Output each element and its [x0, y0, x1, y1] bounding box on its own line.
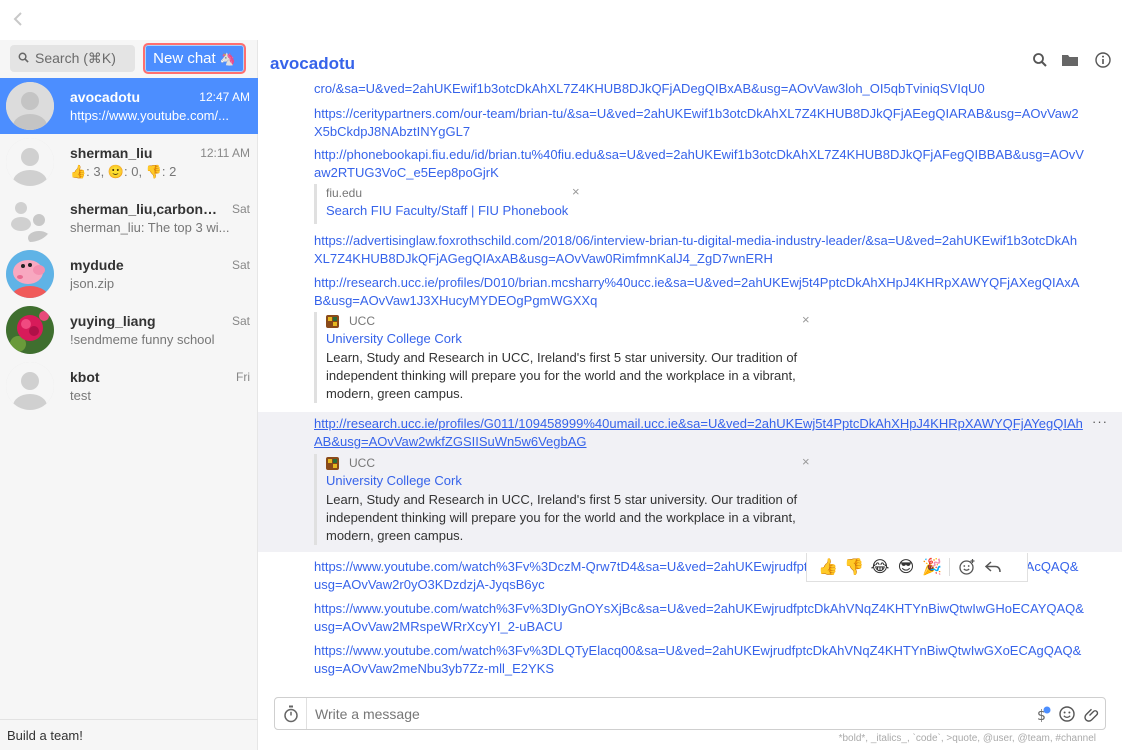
build-team-link[interactable]: Build a team! [0, 719, 258, 750]
message-link[interactable]: cro/&sa=U&ved=2ahUKEwif1b3otcDkAhXL7Z4KH… [314, 80, 1084, 98]
reaction-toolbar: 👍 👎 😂 😎 🎉 [806, 553, 1028, 582]
message-link[interactable]: https://advertisinglaw.foxrothschild.com… [314, 232, 1084, 268]
preview-site: fiu.edu [326, 186, 363, 200]
message-list: cro/&sa=U&ved=2ahUKEwif1b3otcDkAhXL7Z4KH… [258, 80, 1122, 684]
message: https://ceritypartners.com/our-team/bria… [258, 104, 1122, 146]
reaction-thumbs-up[interactable]: 👍 [815, 557, 841, 577]
conversation-snippet: sherman_liu: The top 3 wi... [70, 220, 230, 235]
preview-site: UCC [326, 312, 814, 330]
conversation-item-sherman-liu[interactable]: sherman_liu 12:11 AM 👍: 3, 🙂: 0, 👎: 2 [0, 134, 258, 190]
avatar-flower [6, 306, 54, 354]
toolbar-divider [949, 558, 950, 576]
link-preview: fiu.edu Search FIU Faculty/Staff | FIU P… [314, 184, 814, 224]
conversation-time: Fri [236, 370, 250, 384]
conversation-name: kbot [70, 369, 100, 385]
conversation-snippet: json.zip [70, 276, 115, 291]
preview-description: Learn, Study and Research in UCC, Irelan… [326, 350, 798, 401]
conversation-item-mydude[interactable]: mydude Sat json.zip [0, 246, 258, 302]
conversation-name: avocadotu [70, 89, 141, 105]
avatar-peppa-pig [6, 250, 54, 298]
message: https://www.youtube.com/watch%3Fv%3DLQTy… [258, 642, 1122, 684]
window-top-bar [0, 0, 1122, 40]
preview-title[interactable]: Search FIU Faculty/Staff | FIU Phonebook [326, 203, 814, 218]
link-preview: UCC University College Cork Learn, Study… [314, 454, 814, 545]
conversation-item-kbot[interactable]: kbot Fri test [0, 358, 258, 414]
message-link[interactable]: https://ceritypartners.com/our-team/bria… [314, 105, 1084, 141]
avatar-group [6, 194, 54, 242]
exploding-timer-icon[interactable] [275, 698, 307, 729]
conversation-snippet: !sendmeme funny school [70, 332, 215, 347]
conversation-snippet: https://www.youtube.com/... [70, 108, 229, 123]
conversation-item-group[interactable]: sherman_liu,carbonic... Sat sherman_liu:… [0, 190, 258, 246]
message-link[interactable]: http://research.ucc.ie/profiles/G011/109… [314, 415, 1084, 451]
conversation-name: mydude [70, 257, 124, 273]
add-reaction-icon[interactable] [954, 557, 980, 577]
search-icon[interactable] [1031, 51, 1049, 69]
preview-site-name: UCC [349, 456, 375, 470]
reply-icon[interactable] [980, 557, 1006, 577]
preview-title[interactable]: University College Cork [326, 331, 814, 346]
conversation-time: Sat [231, 202, 250, 216]
message-hovered: http://research.ucc.ie/profiles/G011/109… [258, 412, 1122, 552]
new-chat-button[interactable]: New chat 🦄 [143, 43, 246, 74]
formatting-hint: *bold*, _italics_, `code`, >quote, @user… [838, 733, 1096, 744]
avatar-default [6, 362, 54, 410]
preview-site-name: UCC [349, 314, 375, 328]
conversation-time: Sat [231, 258, 250, 272]
close-preview-icon[interactable]: × [802, 312, 810, 327]
conversation-name: sherman_liu [70, 145, 153, 161]
conversation-list: avocadotu 12:47 AM https://www.youtube.c… [0, 78, 258, 414]
reaction-sunglasses[interactable]: 😎 [893, 557, 919, 577]
conversation-item-yuying-liang[interactable]: yuying_liang Sat !sendmeme funny school [0, 302, 258, 358]
search-input[interactable]: Search (⌘K) [10, 45, 135, 72]
avatar-default [6, 138, 54, 186]
preview-site: UCC [326, 454, 814, 472]
reaction-joy[interactable]: 😂 [867, 557, 893, 577]
ucc-crest-icon [326, 314, 339, 328]
folder-icon[interactable] [1061, 51, 1079, 69]
money-icon[interactable]: $ [1033, 704, 1053, 724]
attachment-icon[interactable] [1081, 704, 1101, 724]
sidebar: Search (⌘K) New chat 🦄 avocadotu 12:47 A… [0, 40, 258, 750]
message-link[interactable]: https://www.youtube.com/watch%3Fv%3DIyGn… [314, 600, 1084, 636]
conversation-snippet: test [70, 388, 91, 403]
message: https://advertisinglaw.foxrothschild.com… [258, 232, 1122, 274]
message: cro/&sa=U&ved=2ahUKEwif1b3otcDkAhXL7Z4KH… [258, 80, 1122, 104]
message-link[interactable]: http://research.ucc.ie/profiles/D010/bri… [314, 274, 1084, 310]
back-arrow-icon[interactable] [8, 8, 28, 30]
link-preview: UCC University College Cork Learn, Study… [314, 312, 814, 403]
chat-header: avocadotu [258, 40, 1122, 80]
ucc-crest-icon [326, 456, 339, 470]
new-chat-label: New chat [153, 50, 216, 67]
message: http://research.ucc.ie/profiles/D010/bri… [258, 274, 1122, 410]
message-link[interactable]: http://phonebookapi.fiu.edu/id/brian.tu%… [314, 146, 1084, 182]
message-input[interactable] [315, 702, 1015, 725]
avatar-default [6, 82, 54, 130]
chat-title[interactable]: avocadotu [270, 54, 355, 74]
message-menu-icon[interactable]: ··· [1092, 414, 1108, 429]
info-icon[interactable] [1094, 51, 1112, 69]
conversation-time: 12:11 AM [200, 146, 250, 160]
message-link[interactable]: https://www.youtube.com/watch%3Fv%3DLQTy… [314, 642, 1084, 678]
unicorn-icon: 🦄 [219, 50, 236, 66]
conversation-name: sherman_liu,carbonic... [70, 201, 220, 217]
search-placeholder: Search (⌘K) [35, 50, 116, 66]
conversation-item-avocadotu[interactable]: avocadotu 12:47 AM https://www.youtube.c… [0, 78, 258, 134]
message-composer: $ [274, 697, 1106, 730]
conversation-snippet: 👍: 3, 🙂: 0, 👎: 2 [70, 164, 177, 179]
message: http://phonebookapi.fiu.edu/id/brian.tu%… [258, 146, 1122, 232]
preview-description: Learn, Study and Research in UCC, Irelan… [326, 492, 798, 543]
close-preview-icon[interactable]: × [572, 184, 580, 199]
search-icon [18, 50, 29, 68]
conversation-time: 12:47 AM [199, 90, 250, 104]
reaction-tada[interactable]: 🎉 [919, 557, 945, 577]
reaction-thumbs-down[interactable]: 👎 [841, 557, 867, 577]
emoji-icon[interactable] [1057, 704, 1077, 724]
conversation-time: Sat [231, 314, 250, 328]
message: https://www.youtube.com/watch%3Fv%3DIyGn… [258, 600, 1122, 642]
preview-title[interactable]: University College Cork [326, 473, 814, 488]
conversation-name: yuying_liang [70, 313, 156, 329]
close-preview-icon[interactable]: × [802, 454, 810, 469]
